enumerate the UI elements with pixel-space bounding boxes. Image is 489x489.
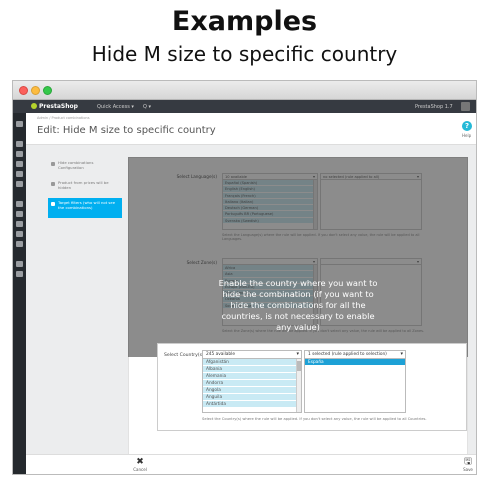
countries-selected-header: 1 selected (rule applied to selection) ▾ [305, 351, 405, 359]
scrollbar[interactable] [296, 359, 301, 412]
dashboard-icon[interactable] [16, 121, 23, 127]
list-item[interactable]: Angola [203, 387, 301, 394]
hero-title: Examples [171, 6, 318, 37]
prestashop-logo[interactable]: PrestaShop [31, 103, 78, 110]
save-icon: 🖫 [464, 457, 472, 467]
close-icon: ✖ [136, 457, 144, 467]
countries-available-count: 245 available [206, 352, 235, 357]
shipping-icon[interactable] [16, 221, 23, 227]
design-icon[interactable] [16, 211, 23, 217]
settings-icon[interactable] [16, 261, 23, 267]
messages-icon[interactable] [16, 171, 23, 177]
avatar[interactable] [461, 102, 470, 111]
list-item[interactable]: Antártida [203, 401, 301, 408]
close-window-button[interactable] [19, 86, 28, 95]
quick-access-menu[interactable]: Quick Access ▾ [97, 104, 134, 110]
customers-icon[interactable] [16, 161, 23, 167]
logo-text: PrestaShop [39, 103, 78, 110]
list-item[interactable]: Anguila [203, 394, 301, 401]
modules-icon[interactable] [16, 201, 23, 207]
tab-label: Hide combinations Configuration [58, 160, 94, 170]
scrollbar-thumb[interactable] [297, 361, 301, 371]
search-menu[interactable]: Q ▾ [143, 104, 151, 110]
shop-version: PrestaShop 1.7 [415, 104, 453, 110]
prestashop-logo-icon [31, 103, 37, 109]
save-button[interactable]: 🖫 Save [458, 457, 476, 472]
stats-icon[interactable] [16, 181, 23, 187]
breadcrumb[interactable]: Admin / Product combinations [37, 116, 90, 120]
save-label: Save [463, 467, 473, 472]
page: Examples Hide M size to specific country… [0, 0, 489, 489]
admin-topbar: PrestaShop Quick Access ▾ Q ▾ PrestaShop… [13, 100, 476, 113]
page-title: Edit: Hide M size to specific country [37, 125, 216, 136]
international-icon[interactable] [16, 241, 23, 247]
countries-available-list[interactable]: 245 available ▾ Afganistán Albania Aleman… [202, 350, 302, 413]
countries-selected-list[interactable]: 1 selected (rule applied to selection) ▾ … [304, 350, 406, 413]
countries-help: Select the Country(s) where the rule wil… [202, 417, 427, 421]
cancel-label: Cancel [133, 467, 147, 472]
tab-target-filters[interactable]: Target filters (who will not see the com… [48, 198, 122, 218]
catalog-icon[interactable] [16, 151, 23, 157]
chevron-down-icon: ▾ [400, 351, 403, 357]
chevron-down-icon: ▾ [296, 351, 299, 357]
minimize-window-button[interactable] [31, 86, 40, 95]
list-item[interactable]: Andorra [203, 380, 301, 387]
payment-icon[interactable] [16, 231, 23, 237]
advanced-icon[interactable] [16, 271, 23, 277]
form-footer: ✖ Cancel 🖫 Save [26, 454, 476, 474]
config-tabs: Hide combinations Configuration Product … [48, 158, 122, 218]
countries-label: Select Country(s) [164, 353, 204, 358]
product-icon [51, 182, 55, 186]
window-titlebar [13, 81, 476, 100]
countries-available-header: 245 available ▾ [203, 351, 301, 359]
countries-selected-count: 1 selected (rule applied to selection) [308, 352, 387, 357]
selected-list-item[interactable]: España [305, 359, 405, 366]
countries-highlight: Select Country(s) 245 available ▾ Afganis… [157, 343, 467, 431]
instruction-callout: Enable the country where you want to hid… [218, 278, 378, 332]
list-item[interactable]: Afganistán [203, 359, 301, 366]
admin-sidebar [13, 113, 26, 474]
hero-subtitle: Hide M size to specific country [91, 42, 398, 66]
tab-label: Target filters (who will not see the com… [58, 200, 116, 210]
cancel-button[interactable]: ✖ Cancel [130, 457, 150, 472]
list-item[interactable]: Albania [203, 366, 301, 373]
orders-icon[interactable] [16, 141, 23, 147]
filter-icon [51, 202, 55, 206]
help-icon[interactable]: ? [462, 121, 472, 131]
tab-label: Product from prices will be hidden [58, 180, 109, 190]
cogs-icon [51, 162, 55, 166]
list-item[interactable]: Alemania [203, 373, 301, 380]
page-header: Admin / Product combinations Edit: Hide … [26, 113, 476, 145]
tab-products[interactable]: Product from prices will be hidden [48, 178, 122, 198]
tab-configuration[interactable]: Hide combinations Configuration [48, 158, 122, 178]
maximize-window-button[interactable] [43, 86, 52, 95]
help-label[interactable]: Help [462, 133, 471, 138]
